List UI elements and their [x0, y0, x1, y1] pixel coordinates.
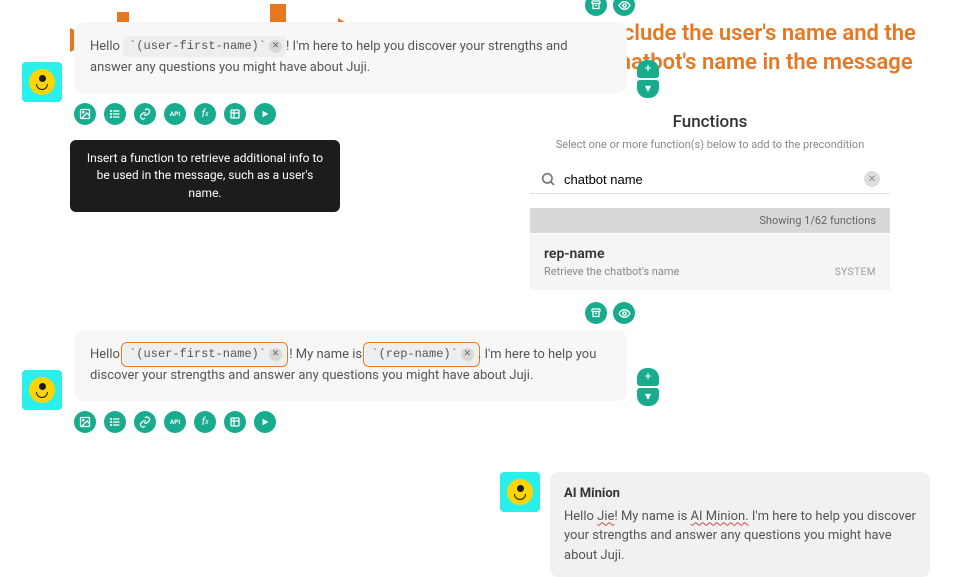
table-icon[interactable]	[224, 103, 246, 125]
function-icon[interactable]: fx	[194, 411, 216, 433]
text: ! My name is	[614, 509, 690, 524]
add-above-button[interactable]: +	[637, 60, 659, 78]
close-icon[interactable]: ✕	[269, 40, 282, 53]
expand-below-button[interactable]: ▾	[637, 80, 659, 98]
text: Hello	[90, 347, 120, 362]
link-icon[interactable]	[134, 411, 156, 433]
functions-panel: Functions Select one or more function(s)…	[530, 112, 890, 290]
token-user-first-name[interactable]: `(user-first-name)` ✕	[123, 36, 286, 57]
function-item-rep-name[interactable]: rep-name Retrieve the chatbot's name SYS…	[530, 233, 890, 290]
expand-below-button[interactable]: ▾	[637, 388, 659, 406]
clear-icon[interactable]: ✕	[864, 171, 880, 187]
avatar	[22, 62, 62, 102]
function-item-tag: SYSTEM	[835, 267, 876, 278]
function-icon[interactable]: fx	[194, 103, 216, 125]
close-icon[interactable]: ✕	[269, 348, 282, 361]
avatar	[22, 370, 62, 410]
panel-title: Functions	[530, 112, 890, 132]
function-tooltip: Insert a function to retrieve additional…	[70, 140, 340, 212]
result-count: Showing 1/62 functions	[530, 208, 890, 233]
close-icon[interactable]: ✕	[461, 348, 474, 361]
play-icon[interactable]	[254, 103, 276, 125]
message-body[interactable]: Hello `(user-first-name)` ✕ ! My name is…	[74, 330, 627, 401]
function-item-desc: Retrieve the chatbot's name	[544, 265, 876, 278]
chat-bubble: AI Minion Hello Jie! My name is AI Minio…	[550, 472, 930, 577]
list-icon[interactable]	[104, 103, 126, 125]
chat-result: AI Minion Hello Jie! My name is AI Minio…	[500, 472, 930, 577]
search-row: ✕	[530, 165, 890, 194]
list-icon[interactable]	[104, 411, 126, 433]
bot-name: AI Minion	[564, 484, 916, 504]
function-item-name: rep-name	[544, 246, 876, 262]
text: ! My name is	[289, 347, 362, 362]
link-icon[interactable]	[134, 103, 156, 125]
api-icon[interactable]: API	[164, 411, 186, 433]
add-above-button[interactable]: +	[637, 368, 659, 386]
token-rep-name[interactable]: `(rep-name)` ✕	[365, 344, 477, 365]
token-user-first-name[interactable]: `(user-first-name)` ✕	[123, 344, 286, 365]
search-icon	[540, 171, 556, 187]
image-icon[interactable]	[74, 103, 96, 125]
panel-subtitle: Select one or more function(s) below to …	[530, 138, 890, 151]
message-toolbar: API fx	[74, 411, 627, 433]
highlighted-user-name: Jie	[597, 509, 614, 524]
highlighted-bot-name: AI Minion.	[691, 509, 749, 524]
eye-icon[interactable]	[613, 302, 635, 324]
avatar	[500, 472, 540, 512]
api-icon[interactable]: API	[164, 103, 186, 125]
table-icon[interactable]	[224, 411, 246, 433]
text: Hello	[564, 509, 597, 524]
image-icon[interactable]	[74, 411, 96, 433]
archive-icon[interactable]	[585, 0, 607, 16]
message-body[interactable]: Hello `(user-first-name)` ✕ ! I'm here t…	[74, 22, 627, 93]
archive-icon[interactable]	[585, 302, 607, 324]
message-editor-1: Hello `(user-first-name)` ✕ ! I'm here t…	[22, 22, 627, 125]
text: Hello	[90, 39, 120, 54]
message-editor-2: Hello `(user-first-name)` ✕ ! My name is…	[22, 330, 627, 433]
eye-icon[interactable]	[613, 0, 635, 16]
search-input[interactable]	[564, 172, 856, 187]
play-icon[interactable]	[254, 411, 276, 433]
